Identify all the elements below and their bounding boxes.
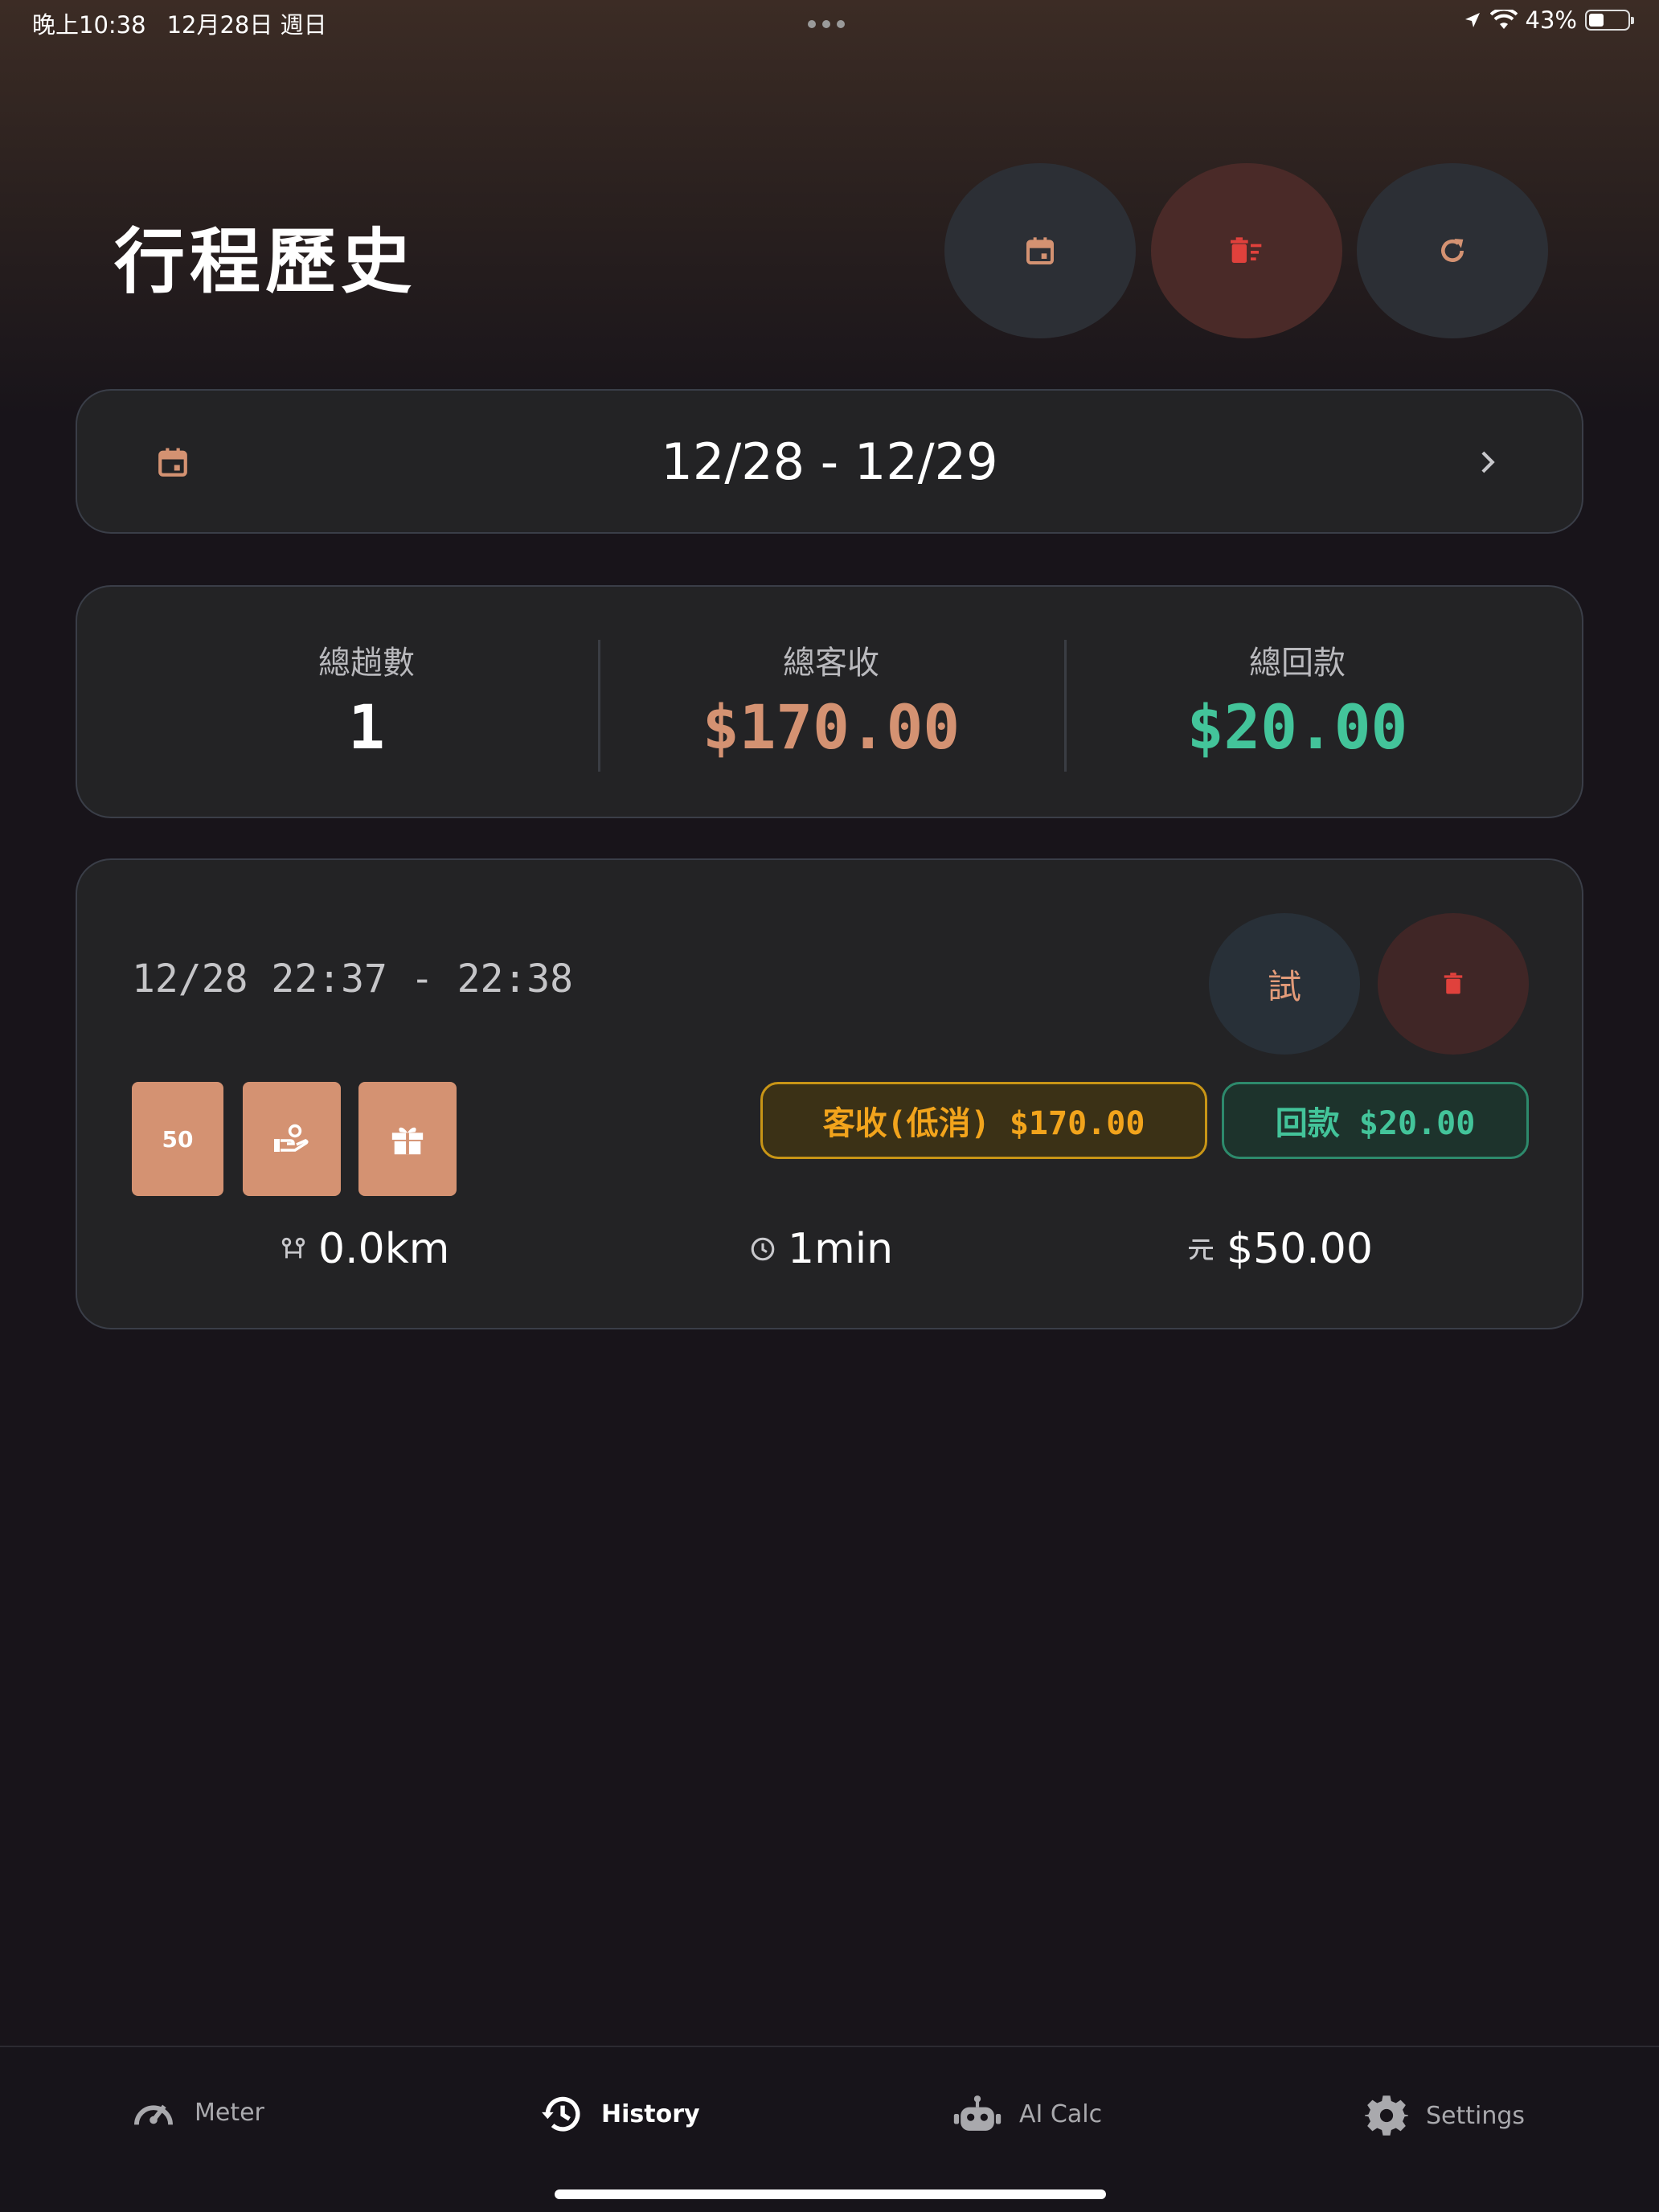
clock-icon — [751, 1237, 775, 1261]
refresh-button[interactable] — [1357, 163, 1548, 338]
distance-value: 0.0km — [318, 1225, 450, 1273]
robot-icon — [953, 2095, 1002, 2131]
total-fare-stat: 總客收 $170.00 — [598, 637, 1064, 763]
status-date: 12月28日 週日 — [166, 11, 327, 39]
battery-percent: 43% — [1525, 6, 1577, 34]
date-range-selector[interactable]: 12/28 - 12/29 — [76, 389, 1583, 534]
fare-badge-text: 客收(低消) $170.00 — [822, 1105, 1145, 1142]
refund-badge: 回款 $20.00 — [1222, 1082, 1529, 1159]
trip-distance: 0.0km — [280, 1225, 449, 1273]
total-refund-label: 總回款 — [1249, 645, 1346, 682]
tab-history[interactable]: History — [539, 2094, 700, 2134]
chevron-right-icon — [1481, 451, 1495, 473]
summary-card: 總趟數 1 總客收 $170.00 總回款 $20.00 — [76, 585, 1583, 818]
calendar-icon — [1026, 237, 1054, 264]
status-time: 晚上10:38 — [32, 11, 146, 39]
home-indicator[interactable] — [555, 2189, 1106, 2199]
tab-settings-label: Settings — [1426, 2101, 1526, 2130]
total-trips-stat: 總趟數 1 — [77, 637, 656, 763]
amount-value: $50.00 — [1227, 1225, 1373, 1273]
total-refund-value: $20.00 — [1186, 691, 1408, 763]
battery-icon — [1585, 10, 1634, 31]
total-fare-label: 總客收 — [783, 645, 879, 682]
date-range-text: 12/28 - 12/29 — [661, 432, 998, 491]
page-title: 行程歷史 — [114, 220, 417, 303]
total-fare-value: $170.00 — [702, 691, 961, 763]
tab-ai-calc[interactable]: AI Calc — [953, 2094, 1102, 2134]
yuan-icon — [1189, 1239, 1213, 1260]
delete-sweep-icon — [1231, 237, 1262, 263]
test-trip-button[interactable]: 試 — [1209, 913, 1360, 1055]
wifi-icon — [1489, 10, 1518, 29]
status-indicators: 43% — [1463, 6, 1634, 34]
tab-ai-calc-label: AI Calc — [1019, 2099, 1103, 2128]
tab-bar: Meter History AI Calc Settings — [0, 2047, 1659, 2212]
gift-icon — [391, 1127, 424, 1155]
refund-badge-text: 回款 $20.00 — [1275, 1105, 1476, 1142]
total-trips-label: 總趟數 — [318, 645, 415, 682]
test-trip-label: 試 — [1267, 966, 1301, 1006]
date-picker-button[interactable] — [944, 163, 1136, 338]
refresh-icon — [1441, 239, 1464, 262]
trip-amount: $50.00 — [1186, 1225, 1373, 1273]
total-trips-value: 1 — [348, 691, 385, 763]
delete-trip-button[interactable] — [1378, 913, 1529, 1055]
multitasking-dots[interactable] — [808, 16, 853, 28]
trip-item[interactable]: 12/28 22:37 - 22:38 試 50 客收(低消) $170.00 … — [76, 858, 1583, 1329]
speedometer-icon — [134, 2104, 173, 2125]
passenger-tag — [243, 1082, 341, 1196]
bonus-tag — [358, 1082, 457, 1196]
route-icon — [281, 1237, 305, 1259]
status-bar: 晚上10:38 12月28日 週日 43% — [0, 0, 1659, 48]
tab-history-label: History — [601, 2099, 700, 2128]
tab-settings[interactable]: Settings — [1365, 2094, 1525, 2137]
location-arrow-icon — [1464, 13, 1480, 27]
duration-value: 1min — [788, 1225, 894, 1273]
hand-coin-icon — [274, 1124, 309, 1152]
tab-meter-label: Meter — [195, 2098, 264, 2127]
tab-meter[interactable]: Meter — [130, 2094, 264, 2131]
trash-icon — [1444, 973, 1463, 994]
trip-duration: 1min — [749, 1225, 893, 1273]
gear-icon — [1365, 2095, 1408, 2136]
status-datetime: 晚上10:38 12月28日 週日 — [32, 6, 327, 40]
history-icon — [542, 2096, 580, 2132]
rate-tag-label: 50 — [162, 1125, 194, 1153]
trip-time-range: 12/28 22:37 - 22:38 — [132, 956, 574, 1002]
total-refund-stat: 總回款 $20.00 — [1064, 637, 1530, 763]
rate-tag: 50 — [132, 1082, 223, 1196]
clear-history-button[interactable] — [1151, 163, 1342, 338]
fare-badge: 客收(低消) $170.00 — [760, 1082, 1207, 1159]
